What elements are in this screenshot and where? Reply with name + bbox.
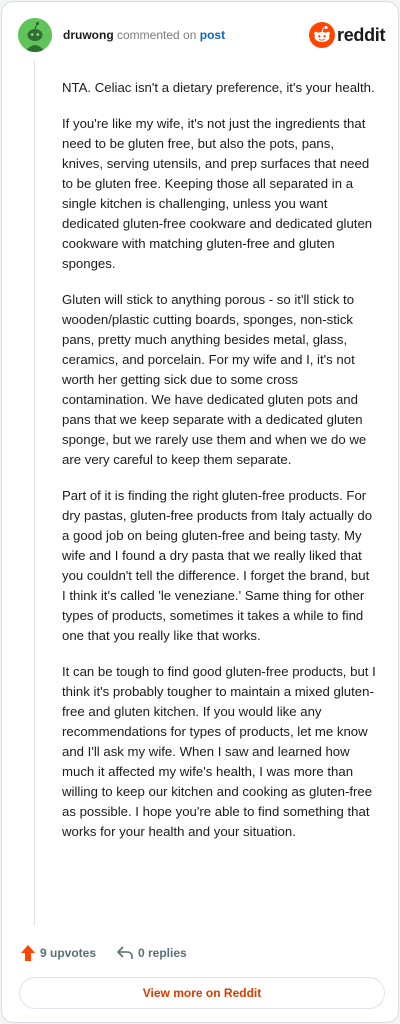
- comment-body: NTA. Celiac isn't a dietary preference, …: [62, 78, 376, 858]
- upvote-arrow-icon: [21, 945, 35, 961]
- username[interactable]: druwong: [63, 28, 114, 42]
- snoo-avatar-icon: [18, 18, 52, 52]
- reply-arrow-icon: [117, 946, 133, 959]
- user-avatar[interactable]: [18, 18, 52, 52]
- comment-actions: 9 upvotes 0 replies: [20, 942, 380, 964]
- comment-paragraph: Gluten will stick to anything porous - s…: [62, 292, 367, 467]
- comment-paragraph: Part of it is finding the right gluten-f…: [62, 488, 373, 643]
- byline: druwong commented on post: [63, 28, 225, 42]
- comment-paragraph: NTA. Celiac isn't a dietary preference, …: [62, 80, 375, 95]
- reddit-logo-icon: [309, 22, 335, 48]
- action-text: commented on: [117, 28, 197, 42]
- embedded-comment-card: druwong commented on post reddit NTA. Ce…: [1, 1, 399, 1023]
- upvote-count: 9 upvotes: [40, 946, 97, 960]
- reddit-wordmark: reddit: [337, 25, 386, 45]
- post-link[interactable]: post: [200, 28, 225, 42]
- comment-paragraph: If you're like my wife, it's not just th…: [62, 116, 373, 271]
- reddit-brand[interactable]: reddit: [309, 22, 386, 48]
- upvote-button[interactable]: 9 upvotes: [20, 942, 96, 964]
- comment-paragraph: It can be tough to find good gluten-free…: [62, 664, 376, 839]
- thread-line: [34, 60, 35, 926]
- reply-button[interactable]: 0 replies: [116, 942, 187, 964]
- reply-count: 0 replies: [138, 946, 187, 960]
- comment-header: druwong commented on post reddit: [18, 18, 386, 52]
- view-more-on-reddit-button[interactable]: View more on Reddit: [19, 977, 385, 1009]
